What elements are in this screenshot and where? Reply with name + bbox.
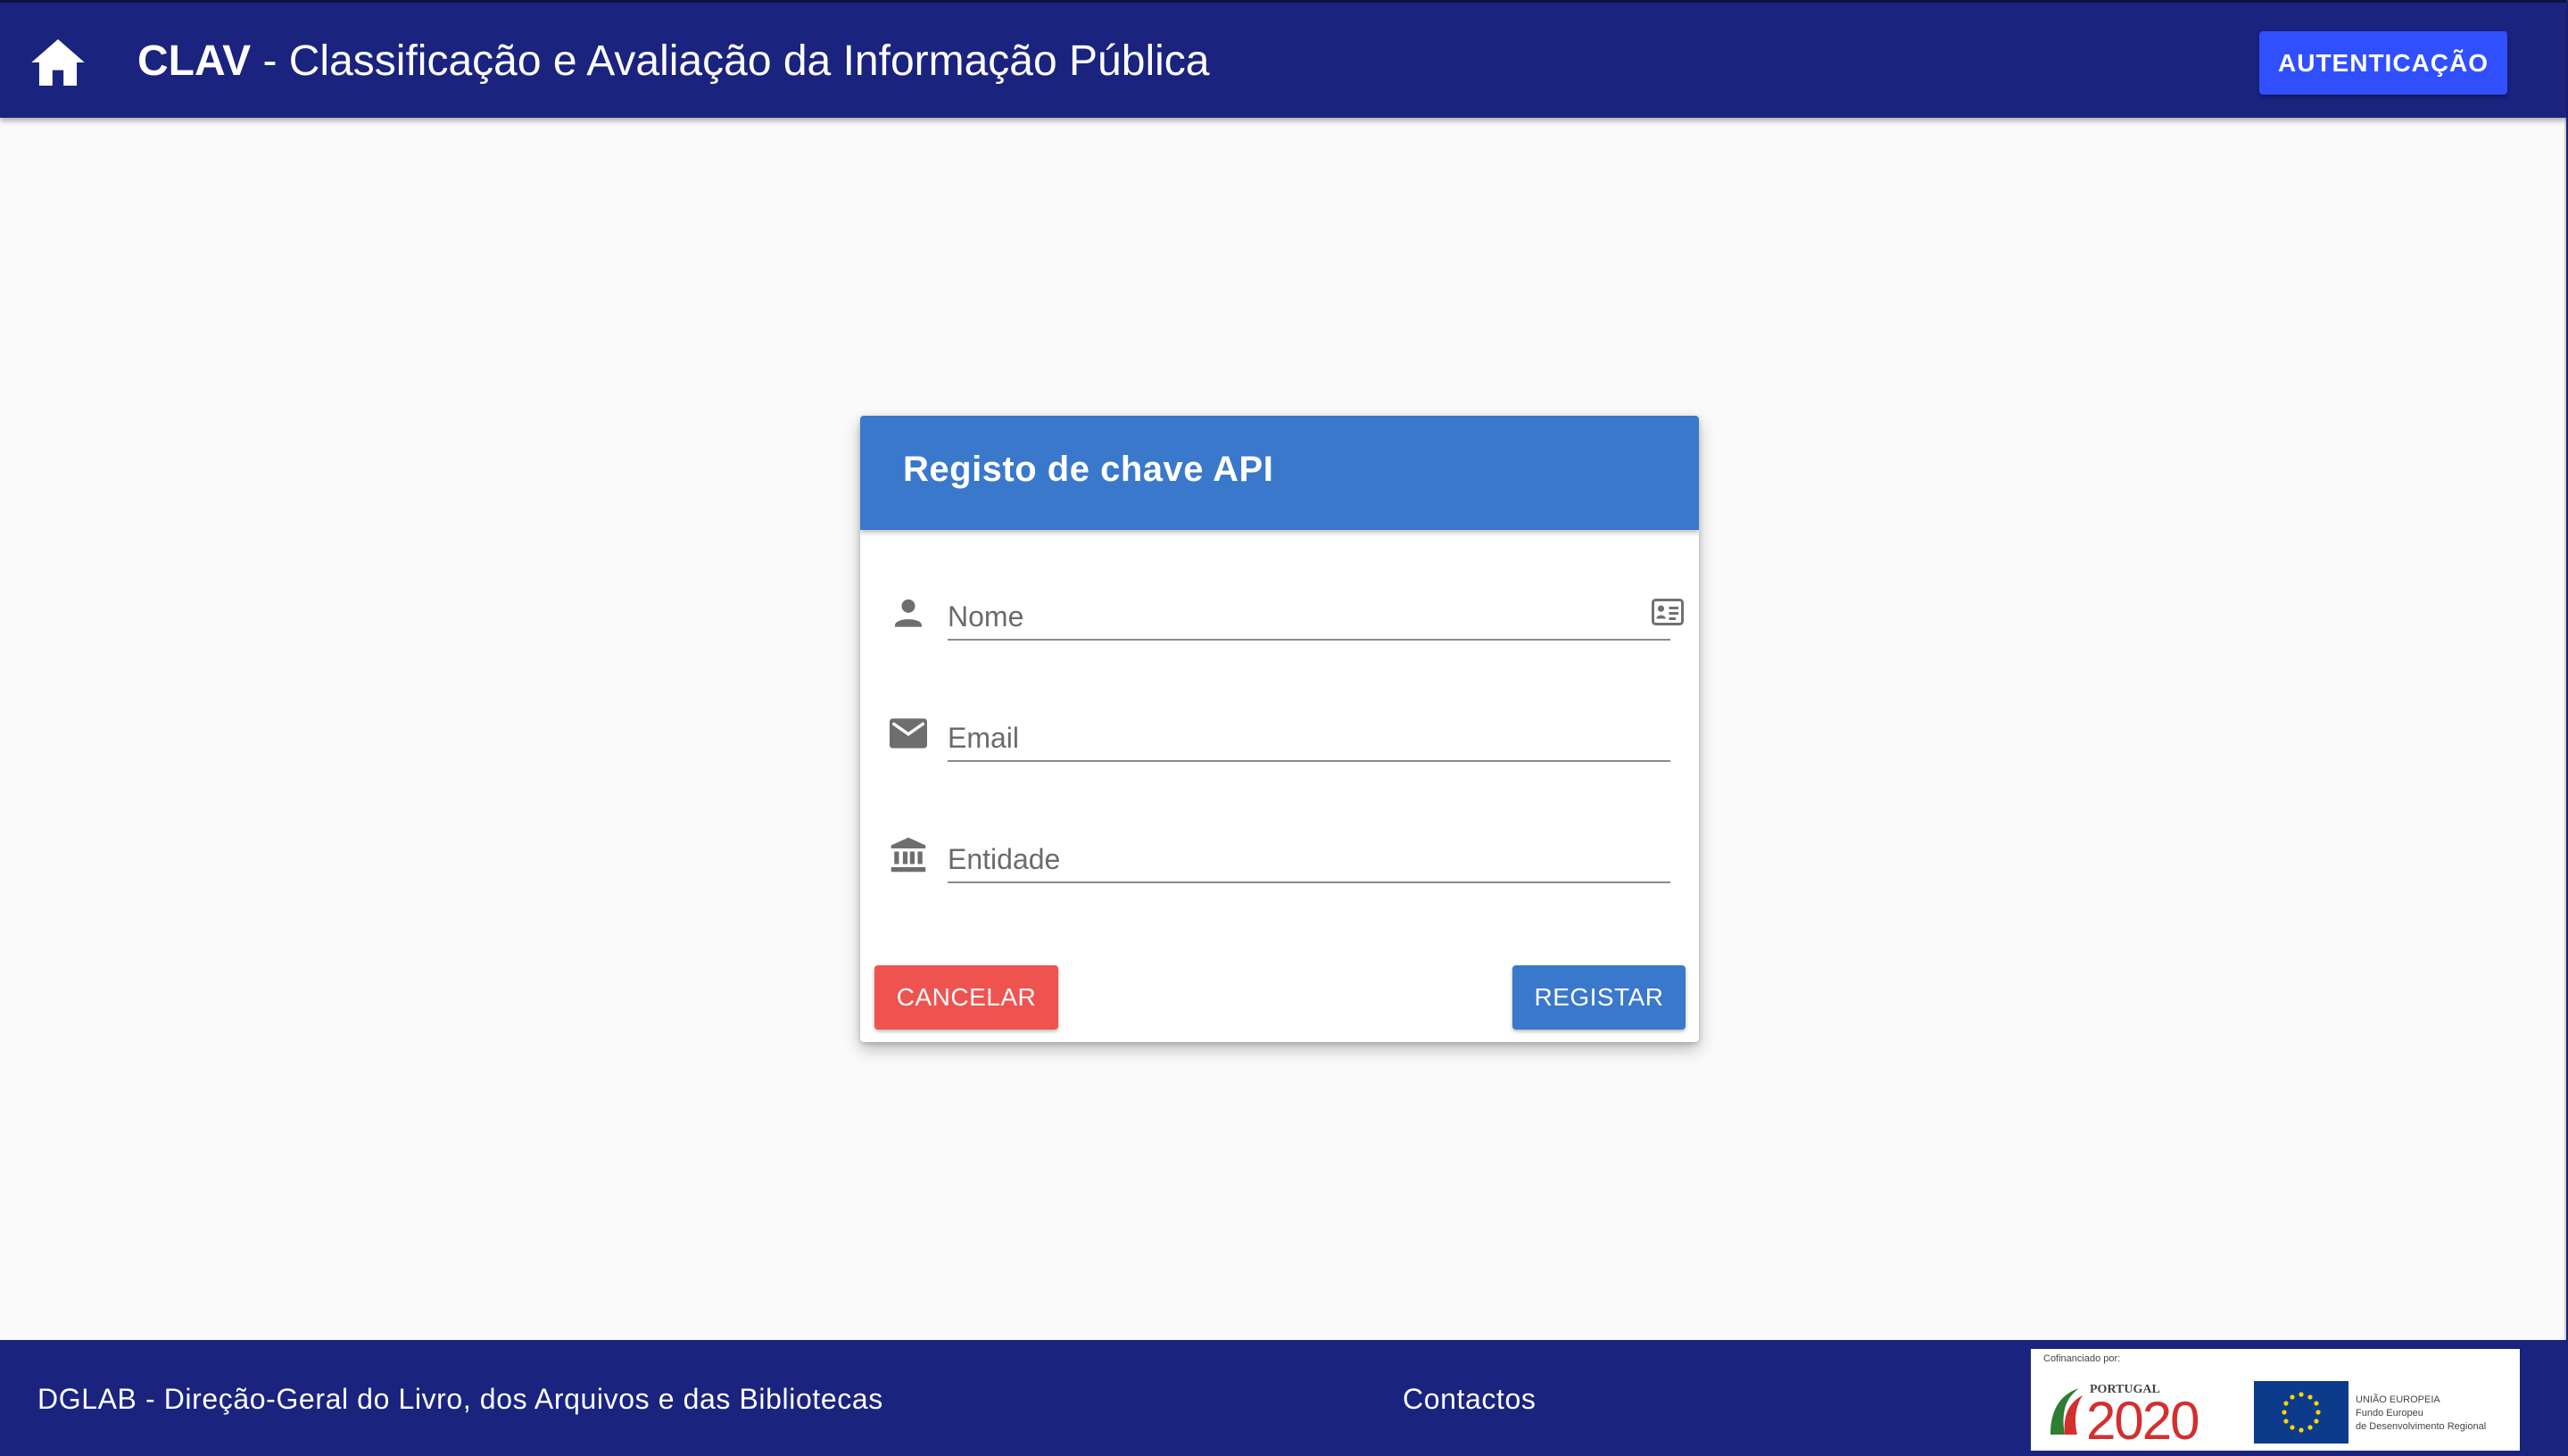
email-icon — [889, 714, 928, 753]
app-subtitle: Classificação e Avaliação da Informação … — [288, 37, 1210, 85]
funding-logo: Cofinanciado por: PORTUGAL 2020 UNIÃO EU… — [2031, 1349, 2520, 1451]
register-button[interactable]: REGISTAR — [1512, 965, 1686, 1030]
title-separator: - — [251, 37, 289, 85]
person-icon — [889, 592, 928, 632]
email-field — [889, 698, 1672, 765]
home-icon — [31, 39, 85, 86]
contact-card-icon — [1651, 598, 1685, 626]
portugal-2020-mark-icon — [2050, 1388, 2083, 1435]
app-window: CLAV - Classificação e Avaliação da Info… — [0, 0, 2566, 1456]
card-title: Registo de chave API — [903, 450, 1274, 489]
entity-field — [889, 819, 1672, 887]
api-key-registration-card: Registo de chave API Nome Email Entidade… — [860, 416, 1699, 1042]
eu-line-2: Fundo Europeu — [2356, 1408, 2423, 1419]
name-field — [889, 576, 1684, 644]
card-header: Registo de chave API — [860, 416, 1699, 530]
name-input[interactable] — [948, 576, 1670, 641]
top-app-bar: CLAV - Classificação e Avaliação da Info… — [0, 0, 2566, 118]
email-input[interactable] — [948, 698, 1670, 762]
program-year: 2020 — [2086, 1391, 2199, 1451]
institution-icon — [889, 835, 928, 874]
app-title: CLAV - Classificação e Avaliação da Info… — [137, 35, 1209, 88]
cancel-button[interactable]: CANCELAR — [874, 965, 1058, 1030]
contacts-link[interactable]: Contactos — [1403, 1383, 1536, 1416]
cofinanced-label: Cofinanciado por: — [2043, 1353, 2121, 1364]
eu-flag-icon — [2254, 1381, 2348, 1444]
app-brand: CLAV — [137, 37, 252, 85]
entity-input[interactable] — [948, 819, 1670, 883]
home-button[interactable] — [25, 33, 91, 92]
footer: DGLAB - Direção-Geral do Livro, dos Arqu… — [0, 1340, 2566, 1456]
eu-fund-text: UNIÃO EUROPEIA Fundo Europeu de Desenvol… — [2356, 1394, 2486, 1434]
footer-organization: DGLAB - Direção-Geral do Livro, dos Arqu… — [37, 1383, 883, 1415]
authentication-button[interactable]: AUTENTICAÇÃO — [2259, 31, 2507, 95]
eu-line-1: UNIÃO EUROPEIA — [2356, 1394, 2440, 1405]
eu-line-3: de Desenvolvimento Regional — [2356, 1421, 2487, 1432]
